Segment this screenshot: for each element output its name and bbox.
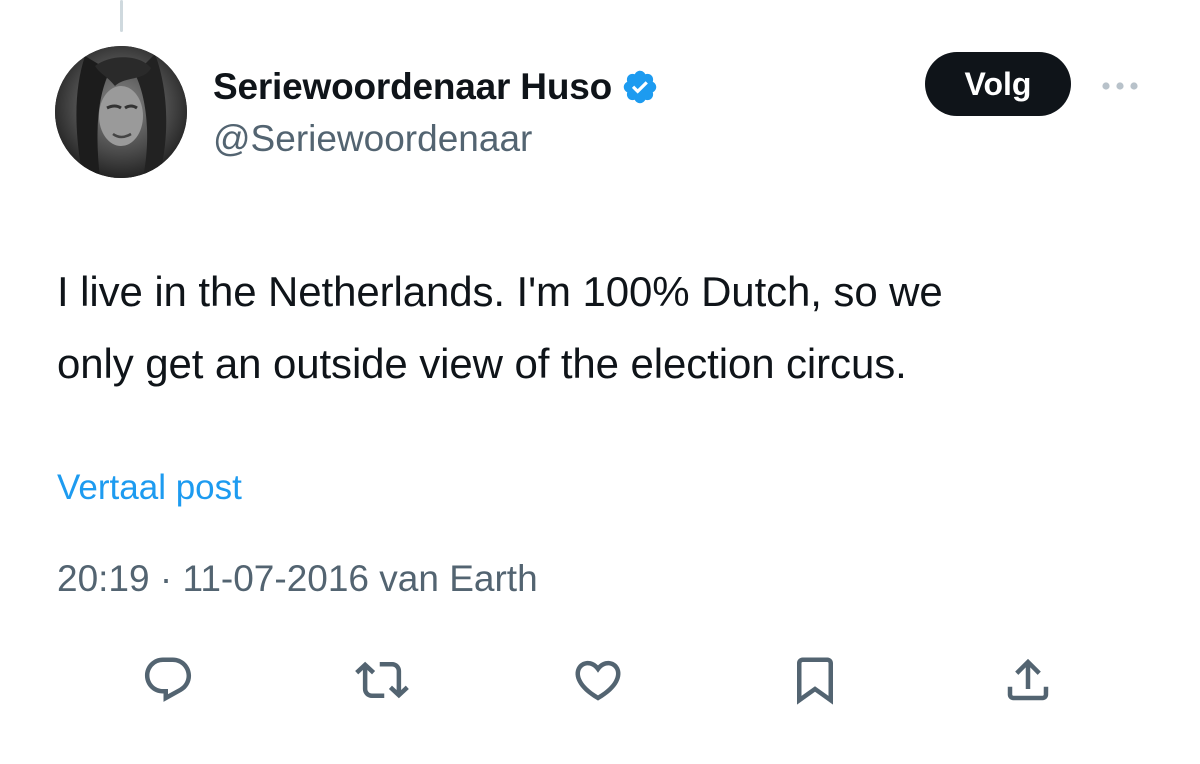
bookmark-icon <box>797 657 833 705</box>
tweet-time[interactable]: 20:19 <box>57 558 150 599</box>
reply-button[interactable] <box>138 650 198 710</box>
tweet-source: van Earth <box>369 558 538 599</box>
tweet-text-line: I live in the Netherlands. I'm 100% Dutc… <box>57 268 943 315</box>
action-bar <box>0 650 1200 710</box>
reply-icon <box>144 657 192 702</box>
tweet-text-line: only get an outside view of the election… <box>57 340 907 387</box>
tweet-meta: 20:19 · 11-07-2016 van Earth <box>57 558 538 600</box>
avatar-photo <box>55 46 187 178</box>
author-display-name[interactable]: Seriewoordenaar Huso <box>213 66 612 108</box>
author-name-row[interactable]: Seriewoordenaar Huso <box>213 62 659 112</box>
share-button[interactable] <box>998 650 1058 710</box>
verified-badge-icon[interactable] <box>621 68 659 106</box>
thread-connector-line <box>120 0 123 32</box>
translate-post-link[interactable]: Vertaal post <box>57 468 242 508</box>
meta-separator: · <box>149 558 183 599</box>
repost-button[interactable] <box>352 650 412 710</box>
author-handle[interactable]: @Seriewoordenaar <box>213 118 532 160</box>
follow-button[interactable]: Volg <box>925 52 1071 116</box>
like-button[interactable] <box>568 650 628 710</box>
more-horizontal-icon <box>1102 82 1138 90</box>
bookmark-button[interactable] <box>785 650 845 710</box>
avatar[interactable] <box>55 46 187 178</box>
more-options-button[interactable] <box>1096 70 1144 102</box>
tweet-date[interactable]: 11-07-2016 <box>182 558 369 599</box>
share-icon <box>1007 658 1049 701</box>
heart-icon <box>575 660 621 701</box>
repost-icon <box>355 661 409 699</box>
tweet-text: I live in the Netherlands. I'm 100% Dutc… <box>57 256 1177 400</box>
